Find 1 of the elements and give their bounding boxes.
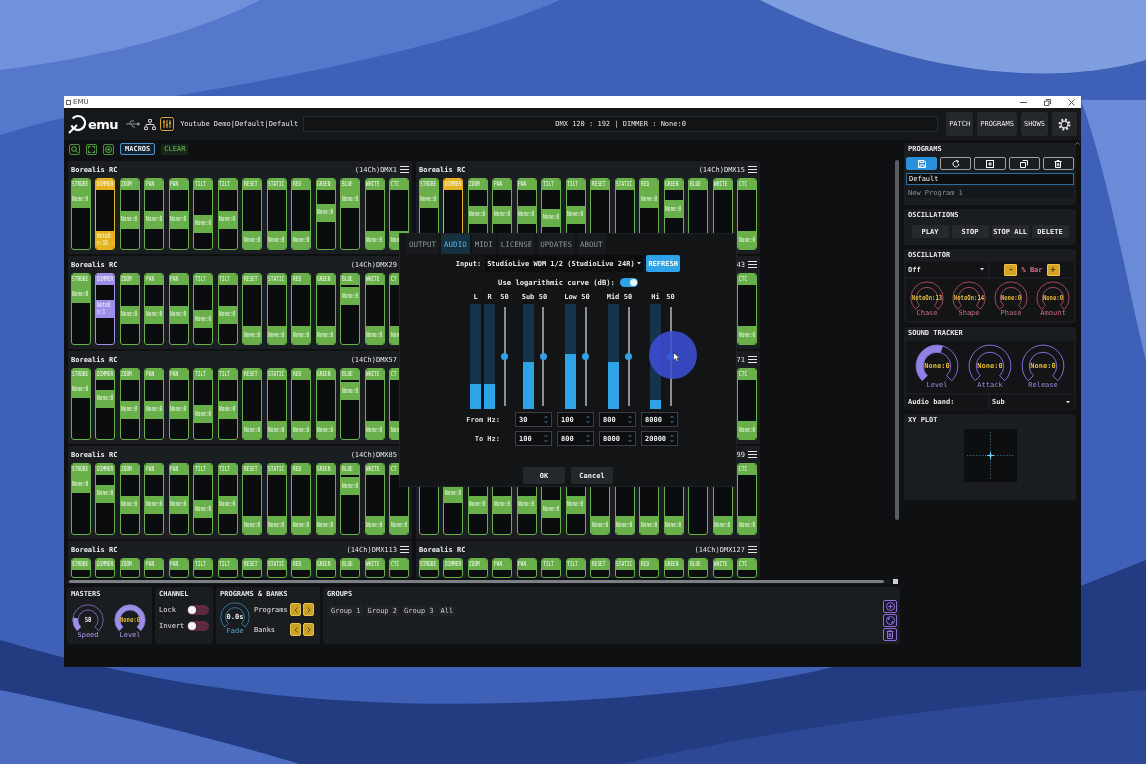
- app-logo: emu: [88, 116, 119, 132]
